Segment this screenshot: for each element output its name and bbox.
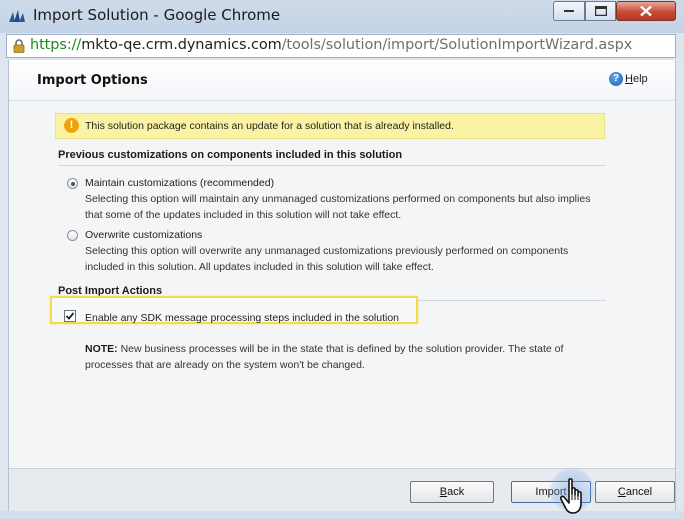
- maintain-customizations-label: Maintain customizations (recommended): [85, 177, 275, 189]
- maximize-button[interactable]: [585, 1, 616, 21]
- warning-text: This solution package contains an update…: [85, 120, 454, 132]
- note-text: New business processes will be in the st…: [85, 343, 564, 371]
- close-window-button[interactable]: [616, 1, 676, 21]
- cancel-button[interactable]: Cancel: [595, 481, 675, 503]
- overwrite-customizations-label: Overwrite customizations: [85, 229, 203, 241]
- dialog-content: Import Options ? Help ! This solution pac…: [8, 60, 676, 512]
- back-button[interactable]: Back: [410, 481, 494, 503]
- url-text: https://mkto-qe.crm.dynamics.com/tools/s…: [30, 37, 632, 53]
- options-body: ! This solution package contains an upda…: [9, 101, 650, 468]
- minimize-button[interactable]: [553, 1, 585, 21]
- enable-sdk-steps-checkbox[interactable]: [64, 310, 76, 322]
- close-icon: [640, 5, 652, 17]
- url-field[interactable]: https://mkto-qe.crm.dynamics.com/tools/s…: [6, 34, 676, 58]
- help-link[interactable]: ? Help: [609, 72, 648, 86]
- enable-sdk-steps-label: Enable any SDK message processing steps …: [85, 312, 400, 324]
- maintain-customizations-radio[interactable]: [67, 178, 78, 189]
- warning-icon: !: [64, 118, 79, 133]
- note-label: NOTE:: [85, 343, 118, 355]
- update-warning-banner: ! This solution package contains an upda…: [55, 113, 605, 139]
- overwrite-customizations-radio[interactable]: [67, 230, 78, 241]
- overwrite-customizations-description: Selecting this option will overwrite any…: [85, 245, 569, 273]
- hand-cursor-icon: [560, 478, 582, 514]
- checkmark-icon: [65, 312, 75, 320]
- url-scheme: https://: [30, 37, 82, 53]
- window-title: Import Solution - Google Chrome: [33, 6, 281, 24]
- dynamics-logo-icon: [9, 10, 25, 22]
- lock-icon: [13, 39, 25, 53]
- url-host: mkto-qe.crm.dynamics.com: [81, 37, 282, 53]
- help-label: Help: [625, 73, 648, 85]
- help-icon: ?: [609, 72, 623, 86]
- dialog-header: Import Options ? Help: [9, 60, 675, 101]
- minimize-icon: [564, 10, 574, 12]
- customizations-section-title: Previous customizations on components in…: [58, 149, 403, 161]
- window-titlebar: Import Solution - Google Chrome: [0, 0, 684, 33]
- right-gutter: [650, 101, 675, 468]
- post-import-note: NOTE: New business processes will be in …: [85, 341, 605, 373]
- maximize-icon: [594, 6, 607, 16]
- page-title: Import Options: [37, 73, 148, 88]
- maintain-customizations-description: Selecting this option will maintain any …: [85, 193, 591, 221]
- address-bar: https://mkto-qe.crm.dynamics.com/tools/s…: [0, 33, 684, 60]
- section-divider: [58, 165, 606, 166]
- url-path: /tools/solution/import/SolutionImportWiz…: [281, 37, 633, 53]
